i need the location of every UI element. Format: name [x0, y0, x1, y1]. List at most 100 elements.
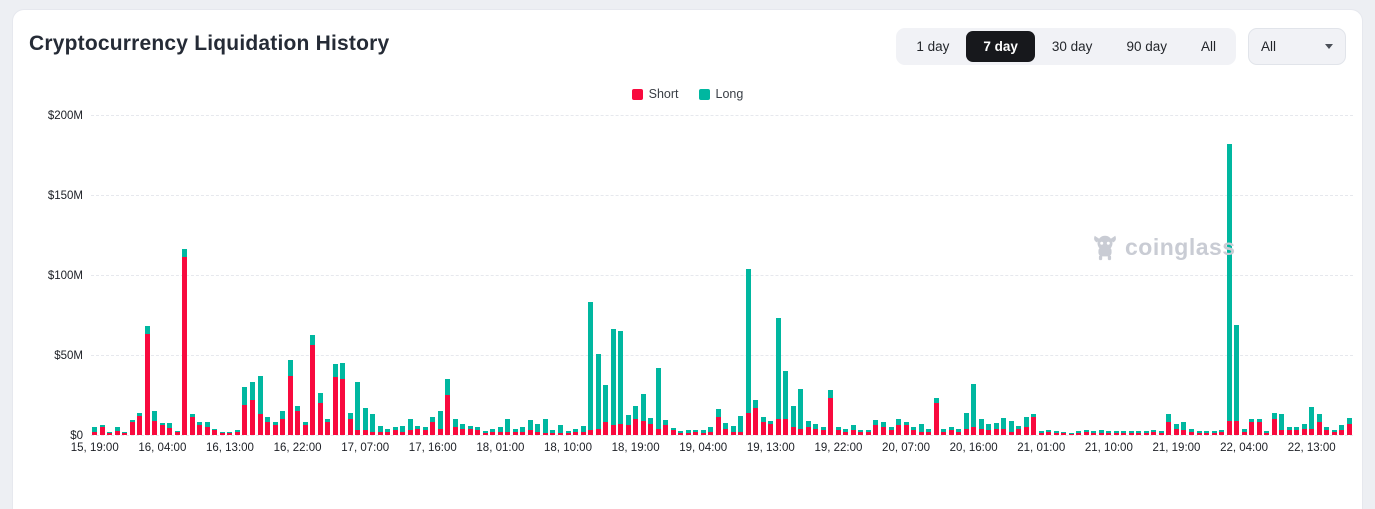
liquidation-bar[interactable]	[1114, 431, 1119, 435]
liquidation-bar[interactable]	[92, 427, 97, 435]
liquidation-bar[interactable]	[836, 427, 841, 435]
range-button-all[interactable]: All	[1184, 31, 1233, 62]
liquidation-bar[interactable]	[438, 411, 443, 435]
liquidation-bar[interactable]	[550, 430, 555, 435]
liquidation-bar[interactable]	[934, 398, 939, 435]
liquidation-bar[interactable]	[693, 430, 698, 435]
liquidation-bar[interactable]	[1129, 431, 1134, 435]
liquidation-bar[interactable]	[603, 385, 608, 435]
range-button-7-day[interactable]: 7 day	[966, 31, 1035, 62]
liquidation-bar[interactable]	[1121, 431, 1126, 435]
liquidation-bar[interactable]	[1302, 424, 1307, 435]
liquidation-bar[interactable]	[971, 384, 976, 435]
liquidation-bar[interactable]	[483, 431, 488, 435]
liquidation-bar[interactable]	[212, 429, 217, 435]
liquidation-bar[interactable]	[798, 389, 803, 435]
liquidation-bar[interactable]	[543, 419, 548, 435]
liquidation-bar[interactable]	[258, 376, 263, 435]
liquidation-bar[interactable]	[340, 363, 345, 435]
liquidation-bar[interactable]	[566, 431, 571, 435]
liquidation-bar[interactable]	[828, 390, 833, 435]
liquidation-bar[interactable]	[318, 393, 323, 435]
liquidation-bar[interactable]	[1287, 427, 1292, 435]
liquidation-bar[interactable]	[1339, 425, 1344, 435]
liquidation-bar[interactable]	[100, 425, 105, 435]
liquidation-bar[interactable]	[468, 426, 473, 435]
liquidation-bar[interactable]	[866, 430, 871, 435]
liquidation-bar[interactable]	[1106, 431, 1111, 435]
liquidation-bar[interactable]	[768, 421, 773, 435]
liquidation-bar[interactable]	[731, 426, 736, 435]
liquidation-bar[interactable]	[1144, 431, 1149, 435]
legend-item-long[interactable]: Long	[699, 87, 744, 101]
liquidation-bar[interactable]	[325, 419, 330, 435]
liquidation-bar[interactable]	[265, 417, 270, 435]
liquidation-bar[interactable]	[348, 413, 353, 435]
liquidation-bar[interactable]	[445, 379, 450, 435]
liquidation-bar[interactable]	[1249, 419, 1254, 435]
liquidation-bar[interactable]	[280, 411, 285, 435]
liquidation-bar[interactable]	[1054, 431, 1059, 435]
liquidation-bar[interactable]	[1294, 427, 1299, 435]
liquidation-bar[interactable]	[197, 422, 202, 435]
liquidation-bar[interactable]	[460, 424, 465, 435]
liquidation-bar[interactable]	[761, 417, 766, 435]
liquidation-bar[interactable]	[152, 411, 157, 435]
liquidation-bar[interactable]	[1174, 424, 1179, 435]
liquidation-bar[interactable]	[723, 423, 728, 435]
liquidation-bar[interactable]	[776, 318, 781, 435]
liquidation-bar[interactable]	[513, 429, 518, 435]
liquidation-bar[interactable]	[400, 426, 405, 435]
liquidation-bar[interactable]	[1009, 421, 1014, 435]
liquidation-bar[interactable]	[1332, 430, 1337, 435]
liquidation-bar[interactable]	[1272, 413, 1277, 435]
liquidation-bar[interactable]	[1024, 417, 1029, 435]
liquidation-bar[interactable]	[671, 428, 676, 435]
liquidation-bar[interactable]	[250, 382, 255, 435]
liquidation-bar[interactable]	[122, 432, 127, 435]
liquidation-bar[interactable]	[1324, 427, 1329, 435]
liquidation-bar[interactable]	[273, 422, 278, 435]
liquidation-bar[interactable]	[783, 371, 788, 435]
liquidation-bar[interactable]	[1069, 433, 1074, 435]
liquidation-bar[interactable]	[415, 426, 420, 435]
liquidation-bar[interactable]	[626, 415, 631, 435]
liquidation-bar[interactable]	[288, 360, 293, 435]
liquidation-bar[interactable]	[806, 421, 811, 435]
liquidation-bar[interactable]	[753, 400, 758, 435]
liquidation-bar[interactable]	[498, 427, 503, 435]
liquidation-bar[interactable]	[1242, 429, 1247, 435]
liquidation-bar[interactable]	[393, 427, 398, 435]
liquidation-bar[interactable]	[190, 414, 195, 435]
liquidation-bar[interactable]	[1234, 325, 1239, 435]
range-button-90-day[interactable]: 90 day	[1109, 31, 1184, 62]
liquidation-bar[interactable]	[220, 432, 225, 435]
liquidation-bar[interactable]	[115, 427, 120, 435]
liquidation-bar[interactable]	[242, 387, 247, 435]
liquidation-bar[interactable]	[1159, 431, 1164, 435]
liquidation-bar[interactable]	[1309, 407, 1314, 435]
liquidation-bar[interactable]	[911, 427, 916, 435]
liquidation-bar[interactable]	[1016, 426, 1021, 435]
liquidation-bar[interactable]	[889, 427, 894, 435]
liquidation-bar[interactable]	[130, 420, 135, 435]
liquidation-bar[interactable]	[611, 329, 616, 435]
liquidation-bar[interactable]	[926, 429, 931, 435]
liquidation-bar[interactable]	[964, 413, 969, 435]
liquidation-bar[interactable]	[167, 423, 172, 435]
liquidation-bar[interactable]	[453, 419, 458, 435]
liquidation-bar[interactable]	[137, 413, 142, 435]
liquidation-bar[interactable]	[333, 364, 338, 435]
liquidation-bar[interactable]	[1257, 419, 1262, 435]
liquidation-bar[interactable]	[528, 420, 533, 435]
liquidation-bar[interactable]	[385, 429, 390, 435]
liquidation-bar[interactable]	[949, 427, 954, 435]
liquidation-bar[interactable]	[558, 425, 563, 435]
liquidation-bar[interactable]	[986, 424, 991, 435]
liquidation-bar[interactable]	[303, 422, 308, 435]
liquidation-bar[interactable]	[1166, 414, 1171, 435]
legend-item-short[interactable]: Short	[632, 87, 679, 101]
liquidation-bar[interactable]	[107, 432, 112, 435]
liquidation-bar[interactable]	[1039, 431, 1044, 435]
liquidation-bar[interactable]	[1099, 430, 1104, 435]
